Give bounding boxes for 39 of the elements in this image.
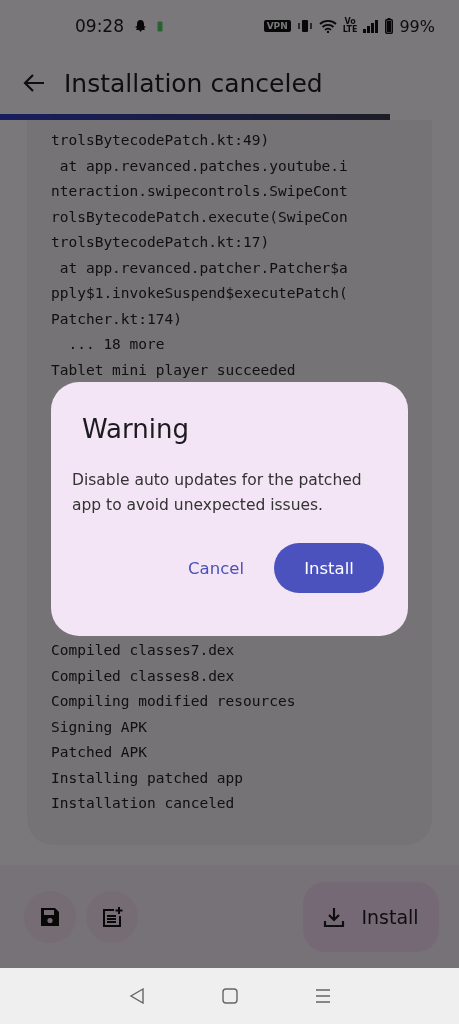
install-button[interactable]: Install [274, 543, 384, 593]
install-button[interactable]: Install [303, 881, 439, 952]
note-add-icon [100, 904, 124, 929]
screen-title: Installation canceled [64, 68, 323, 98]
log-line: Signing APK [51, 717, 149, 737]
back-arrow-icon[interactable] [22, 73, 46, 93]
ghost-icon [134, 19, 147, 33]
download-icon [323, 905, 346, 928]
log-line: Installation canceled [51, 794, 236, 813]
menu-nav-icon[interactable] [314, 988, 331, 1004]
log-line: at app.revanced.patcher.Patcher$a [58, 258, 349, 278]
battery-icon [385, 18, 394, 34]
log-line: trolsBytecodePatch.kt:49) [51, 131, 271, 150]
vpn-badge: VPN [263, 20, 291, 32]
log-line: Compiled classes8.dex [51, 666, 236, 686]
wifi-icon [318, 19, 337, 33]
signal-icon [363, 19, 380, 33]
dialog-title: Warning [82, 414, 190, 444]
log-line: ... 18 more [67, 335, 166, 354]
dialog-message: Disable auto updates for the patched app to avoid unexpected issues. [72, 470, 363, 516]
log-line: Compiling modified resources [51, 692, 297, 711]
log-line: at app.revanced.patches.youtube.i [58, 156, 349, 176]
cancel-button[interactable]: Cancel [168, 543, 264, 593]
back-nav-icon[interactable] [128, 988, 145, 1004]
home-nav-icon[interactable] [221, 988, 238, 1004]
log-line: Tablet mini player succeeded [51, 360, 297, 380]
log-line: Patched APK [51, 743, 149, 762]
battery-percent: 99% [399, 16, 435, 36]
log-line: nteraction.swipecontrols.SwipeCont [51, 182, 349, 201]
status-time: 09:28 [75, 16, 124, 36]
log-line: rolsBytecodePatch.execute(SwipeCon [51, 207, 349, 227]
log-line: Installing patched app [51, 768, 245, 788]
battery-saver-icon [157, 20, 163, 32]
log-line: trolsBytecodePatch.kt:17) [51, 233, 271, 252]
log-line: Compiled classes7.dex [51, 641, 236, 660]
log-line: pply$1.invokeSuspend$executePatch( [51, 284, 349, 303]
log-line: Patcher.kt:174) [51, 309, 183, 329]
volte-label: Vo LTE [342, 18, 358, 34]
vibrate-icon [296, 19, 313, 33]
